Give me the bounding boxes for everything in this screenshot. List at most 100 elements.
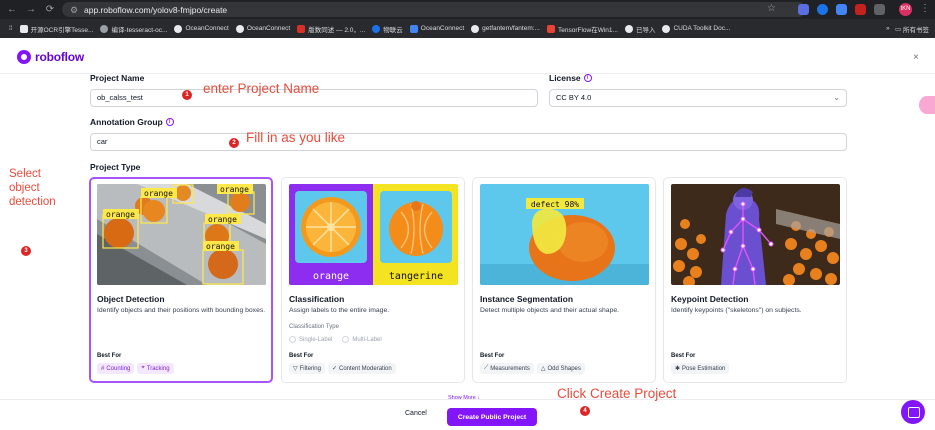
bookmark-favicon-icon <box>624 24 633 33</box>
apps-grid-icon[interactable]: ⁞⁞ <box>9 25 13 32</box>
tag-pose-estimation: ✱ Pose Estimation <box>671 363 730 374</box>
object-detection-image: orange orange orange orange orange <box>97 184 266 285</box>
bookmark-favicon-icon <box>372 24 381 33</box>
profile-avatar[interactable]: tKN <box>899 3 912 16</box>
bookmark-favicon-icon <box>100 24 109 33</box>
single-label-radio[interactable] <box>289 336 296 343</box>
bookmark-item[interactable]: OceanConnect <box>409 24 464 33</box>
reload-icon[interactable]: ⟳ <box>43 3 57 17</box>
hash-icon: # <box>101 365 105 372</box>
project-type-card-instance-segmentation[interactable]: defect 98% Instance Segmentation Detect … <box>472 177 656 383</box>
best-for-label: Best For <box>97 353 122 359</box>
keypoint-detection-illustration <box>671 184 840 285</box>
license-select[interactable]: CC BY 4.0 ⌄ <box>549 89 847 107</box>
bookmark-favicon-icon <box>174 24 183 33</box>
extension-icon[interactable] <box>798 4 809 15</box>
annotation-step-3: 3 <box>21 246 31 256</box>
class-label-orange: orange <box>313 271 349 282</box>
bookmark-item[interactable]: OceanConnect <box>174 24 229 33</box>
tag-content-moderation: ✓ Content Moderation <box>327 363 396 374</box>
annotation-group-input[interactable]: car <box>90 133 847 151</box>
extension-icon[interactable] <box>855 4 866 15</box>
side-widget-icon[interactable] <box>919 96 935 114</box>
bookmark-favicon-icon <box>409 24 418 33</box>
bookmark-favicon-icon <box>662 24 671 33</box>
keypoint-detection-image <box>671 184 840 285</box>
chat-support-icon[interactable] <box>901 400 925 424</box>
roboflow-logo[interactable]: roboflow <box>17 50 84 64</box>
bookmark-favicon-icon <box>546 24 555 33</box>
address-bar[interactable]: ⚙ app.roboflow.com/yolov8-fmjpo/create ☆ <box>62 2 806 17</box>
bookmark-item[interactable]: 开源OCR引擎Tesse... <box>19 24 93 34</box>
card-title: Object Detection <box>97 294 165 304</box>
project-type-card-object-detection[interactable]: orange orange orange orange orange Objec… <box>89 177 273 383</box>
bbox-label: orange <box>106 210 135 219</box>
close-icon[interactable]: × <box>913 52 919 63</box>
extension-icon[interactable] <box>817 4 828 15</box>
bookmark-item[interactable]: 版数同述 — 2.0，... <box>297 24 365 34</box>
bookmark-item[interactable]: 编译-tesseract-oc... <box>100 24 167 34</box>
extension-icon[interactable] <box>836 4 847 15</box>
cancel-button[interactable]: Cancel <box>405 410 427 417</box>
forward-icon[interactable]: → <box>24 3 38 17</box>
annotation-select-object-detection: Select object detection <box>9 168 56 208</box>
license-label: License i <box>549 73 592 83</box>
best-for-label: Best For <box>671 353 696 359</box>
bookmark-item[interactable]: 物联云 <box>372 24 403 34</box>
bookmark-item[interactable]: CUDA Toolkit Doc... <box>662 24 730 33</box>
back-icon[interactable]: ← <box>5 3 19 17</box>
card-title: Classification <box>289 294 345 304</box>
chevron-down-icon: ⌄ <box>833 93 840 102</box>
app-header: roboflow × <box>0 38 935 74</box>
create-public-project-button[interactable]: Create Public Project <box>447 408 537 426</box>
filter-icon: ▽ <box>293 366 298 372</box>
best-for-label: Best For <box>480 353 505 359</box>
annotation-step-1: 1 <box>182 90 192 100</box>
bbox-label: orange <box>208 215 237 224</box>
info-icon[interactable]: i <box>583 74 592 82</box>
browser-toolbar: ← → ⟳ ⚙ app.roboflow.com/yolov8-fmjpo/cr… <box>0 0 935 19</box>
annotation-enter-project-name: enter Project Name <box>203 81 320 96</box>
multi-label-radio[interactable] <box>342 336 350 343</box>
site-settings-icon[interactable]: ⚙ <box>68 4 80 16</box>
card-description: Detect multiple objects and their actual… <box>480 307 620 314</box>
best-for-label: Best For <box>289 353 314 359</box>
bookmark-item[interactable]: OceanConnect <box>235 24 290 33</box>
bookmark-favicon-icon <box>235 24 244 33</box>
tag-tracking: ⌖ Tracking <box>137 363 174 374</box>
bookmark-star-icon[interactable]: ☆ <box>767 3 776 14</box>
annotation-click-create: Click Create Project <box>557 386 677 401</box>
tag-measurements: ⟋ Measurements <box>480 363 534 374</box>
project-type-card-keypoint-detection[interactable]: Keypoint Detection Identify keypoints ("… <box>663 177 847 383</box>
instance-segmentation-illustration: defect 98% <box>480 184 649 285</box>
classification-type-label: Classification Type <box>289 324 339 330</box>
class-label-tangerine: tangerine <box>389 271 443 282</box>
instance-segmentation-image: defect 98% <box>480 184 649 285</box>
bookmark-item[interactable]: getfantem/fantem:... <box>471 24 540 33</box>
classification-illustration: orange tangerine <box>289 184 458 285</box>
bbox-label: orange <box>206 242 235 251</box>
tag-filtering: ▽ Filtering <box>289 363 325 374</box>
annotation-step-4: 4 <box>580 406 590 416</box>
bookmark-item[interactable]: 已导入 <box>624 24 655 34</box>
segmentation-label: defect 98% <box>531 200 579 209</box>
bookmark-item[interactable]: TensorFlow在Win1... <box>546 24 618 34</box>
browser-menu-icon[interactable]: ⋮ <box>920 3 930 14</box>
ruler-icon: ⟋ <box>484 365 489 371</box>
show-more-link[interactable]: Show More ↓ <box>448 395 480 401</box>
classification-type-options: Single-Label Multi-Label <box>289 336 382 343</box>
check-icon: ✓ <box>331 366 337 372</box>
card-description: Identify keypoints ("skeletons") on subj… <box>671 307 802 314</box>
url-text: app.roboflow.com/yolov8-fmjpo/create <box>84 4 228 15</box>
all-bookmarks[interactable]: » ▭ 所有书签 <box>879 19 929 38</box>
project-type-label: Project Type <box>90 162 141 172</box>
extensions-puzzle-icon[interactable] <box>874 4 885 15</box>
roboflow-logo-icon <box>17 50 31 64</box>
annotation-fill-in: Fill in as you like <box>246 130 346 145</box>
card-title: Keypoint Detection <box>671 294 749 304</box>
classification-image: orange tangerine <box>289 184 458 285</box>
tracking-icon: ⌖ <box>141 365 145 371</box>
info-icon[interactable]: i <box>165 118 174 126</box>
bbox-label: orange <box>144 189 173 198</box>
project-type-card-classification[interactable]: orange tangerine Classification Assign l… <box>281 177 465 383</box>
